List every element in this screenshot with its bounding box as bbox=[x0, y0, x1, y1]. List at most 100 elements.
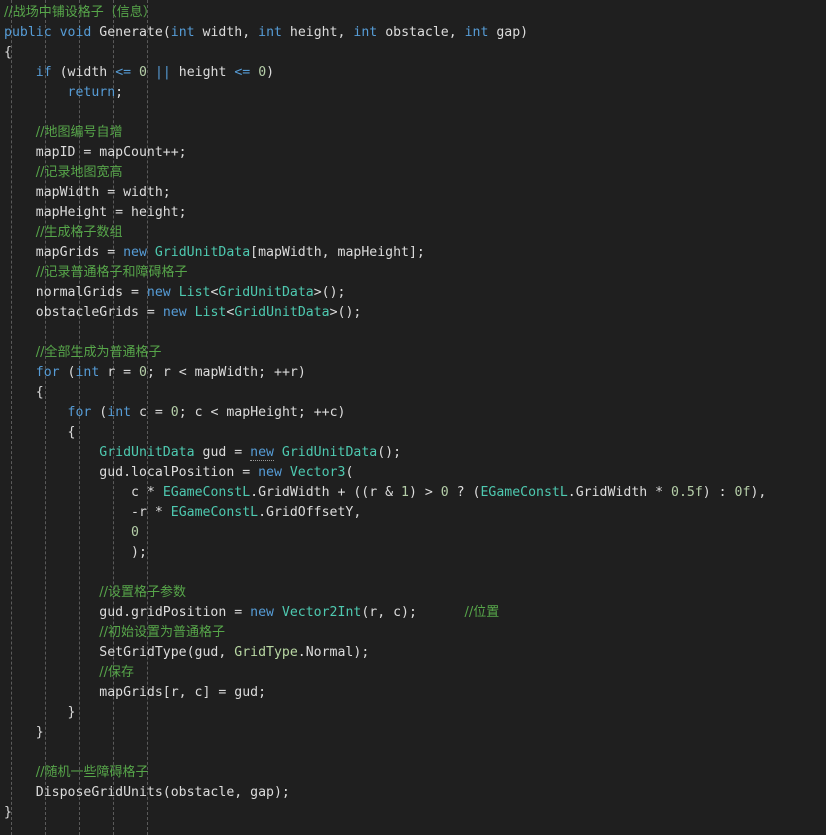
code-line[interactable]: //全部生成为普通格子 bbox=[0, 343, 826, 363]
code-line[interactable]: 0 bbox=[0, 523, 826, 543]
token-pln: normalGrids = bbox=[35, 285, 147, 300]
code-line[interactable]: obstacleGrids = new List<GridUnitData>()… bbox=[0, 303, 826, 323]
token-typ: GridUnitData bbox=[154, 245, 251, 260]
token-cmt: //生成格子数组 bbox=[35, 225, 123, 240]
code-line[interactable]: DisposeGridUnits(obstacle, gap); bbox=[0, 783, 826, 803]
code-line[interactable]: gud.gridPosition = new Vector2Int(r, c);… bbox=[0, 603, 826, 623]
code-line[interactable]: //设置格子参数 bbox=[0, 583, 826, 603]
code-line[interactable]: if (width <= 0 || height <= 0) bbox=[0, 63, 826, 83]
code-line[interactable] bbox=[0, 563, 826, 583]
code-line[interactable]: { bbox=[0, 423, 826, 443]
token-kw: new bbox=[250, 605, 274, 620]
code-line[interactable]: mapGrids[r, c] = gud; bbox=[0, 683, 826, 703]
token-pln bbox=[131, 65, 139, 80]
code-line[interactable]: //记录普通格子和障碍格子 bbox=[0, 263, 826, 283]
code-line[interactable]: for (int c = 0; c < mapHeight; ++c) bbox=[0, 403, 826, 423]
token-cmt: //设置格子参数 bbox=[99, 585, 187, 600]
token-pln: ? ( bbox=[448, 485, 481, 500]
token-pln bbox=[274, 605, 282, 620]
code-line[interactable]: gud.localPosition = new Vector3( bbox=[0, 463, 826, 483]
token-kw: new bbox=[258, 465, 282, 480]
code-line[interactable] bbox=[0, 103, 826, 123]
token-typ: EGameConstL bbox=[162, 485, 251, 500]
token-num: 0.5f bbox=[671, 485, 703, 500]
code-editor[interactable]: //战场中铺设格子（信息） public void Generate(int wi… bbox=[0, 0, 826, 835]
token-pln: (r, c); bbox=[361, 605, 417, 620]
code-line[interactable]: //随机一些障碍格子 bbox=[0, 763, 826, 783]
code-line[interactable]: mapGrids = new GridUnitData[mapWidth, ma… bbox=[0, 243, 826, 263]
token-pln bbox=[52, 25, 60, 40]
token-pln: c = bbox=[131, 405, 171, 420]
code-line[interactable]: GridUnitData gud = new GridUnitData(); bbox=[0, 443, 826, 463]
code-line[interactable]: for (int r = 0; r < mapWidth; ++r) bbox=[0, 363, 826, 383]
token-pln bbox=[147, 245, 155, 260]
code-line[interactable]: { bbox=[0, 43, 826, 63]
token-num: 0 bbox=[440, 485, 449, 500]
token-pln: } bbox=[67, 705, 76, 720]
code-line[interactable]: ); bbox=[0, 543, 826, 563]
token-typ: Vector2Int bbox=[281, 605, 362, 620]
token-num: 0f bbox=[734, 485, 751, 500]
code-line[interactable]: mapWidth = width; bbox=[0, 183, 826, 203]
code-line[interactable]: //生成格子数组 bbox=[0, 223, 826, 243]
code-line[interactable]: mapID = mapCount++; bbox=[0, 143, 826, 163]
token-kw: int bbox=[464, 25, 489, 40]
token-num: 0 bbox=[139, 65, 147, 80]
code-line[interactable]: } bbox=[0, 723, 826, 743]
code-line[interactable]: SetGridType(gud, GridType.Normal); bbox=[0, 643, 826, 663]
token-pln: mapGrids[r, c] = gud; bbox=[99, 685, 267, 700]
token-kw: void bbox=[59, 25, 92, 40]
code-line[interactable]: { bbox=[0, 383, 826, 403]
token-sug: new bbox=[250, 445, 274, 461]
code-surface[interactable]: //战场中铺设格子（信息） public void Generate(int wi… bbox=[0, 0, 826, 823]
token-pln: (width bbox=[51, 65, 116, 80]
code-line[interactable]: return; bbox=[0, 83, 826, 103]
token-pln bbox=[187, 305, 195, 320]
token-pln: ( bbox=[91, 405, 108, 420]
code-line[interactable]: } bbox=[0, 803, 826, 823]
code-line[interactable]: //初始设置为普通格子 bbox=[0, 623, 826, 643]
code-line[interactable] bbox=[0, 323, 826, 343]
token-pln: .Normal); bbox=[297, 645, 370, 660]
token-pln bbox=[274, 445, 282, 460]
code-line[interactable] bbox=[0, 743, 826, 763]
token-typ: GridUnitData bbox=[281, 445, 378, 460]
token-pln: ) : bbox=[702, 485, 735, 500]
code-line[interactable]: public void Generate(int width, int heig… bbox=[0, 23, 826, 43]
code-line[interactable]: } bbox=[0, 703, 826, 723]
token-typ: GridUnitData bbox=[234, 305, 330, 320]
token-pln: [mapWidth, mapHeight]; bbox=[250, 245, 425, 260]
token-kw: for bbox=[35, 365, 60, 380]
token-pln: mapWidth = width; bbox=[35, 185, 171, 200]
token-cmt: //地图编号自增 bbox=[35, 125, 123, 140]
code-line[interactable]: //保存 bbox=[0, 663, 826, 683]
token-pln: } bbox=[35, 725, 44, 740]
code-line[interactable]: //战场中铺设格子（信息） bbox=[0, 3, 826, 23]
token-kw: new bbox=[162, 305, 187, 320]
code-line[interactable]: //记录地图宽高 bbox=[0, 163, 826, 183]
token-kw: int bbox=[353, 25, 378, 40]
code-line[interactable]: normalGrids = new List<GridUnitData>(); bbox=[0, 283, 826, 303]
token-pln: mapHeight = height; bbox=[35, 205, 187, 220]
code-line[interactable]: mapHeight = height; bbox=[0, 203, 826, 223]
token-pln: >(); bbox=[329, 305, 362, 320]
code-line[interactable]: c * EGameConstL.GridWidth + ((r & 1) > 0… bbox=[0, 483, 826, 503]
code-line[interactable]: //地图编号自增 bbox=[0, 123, 826, 143]
code-line[interactable]: -r * EGameConstL.GridOffsetY, bbox=[0, 503, 826, 523]
token-cmt: //全部生成为普通格子 bbox=[35, 345, 162, 360]
